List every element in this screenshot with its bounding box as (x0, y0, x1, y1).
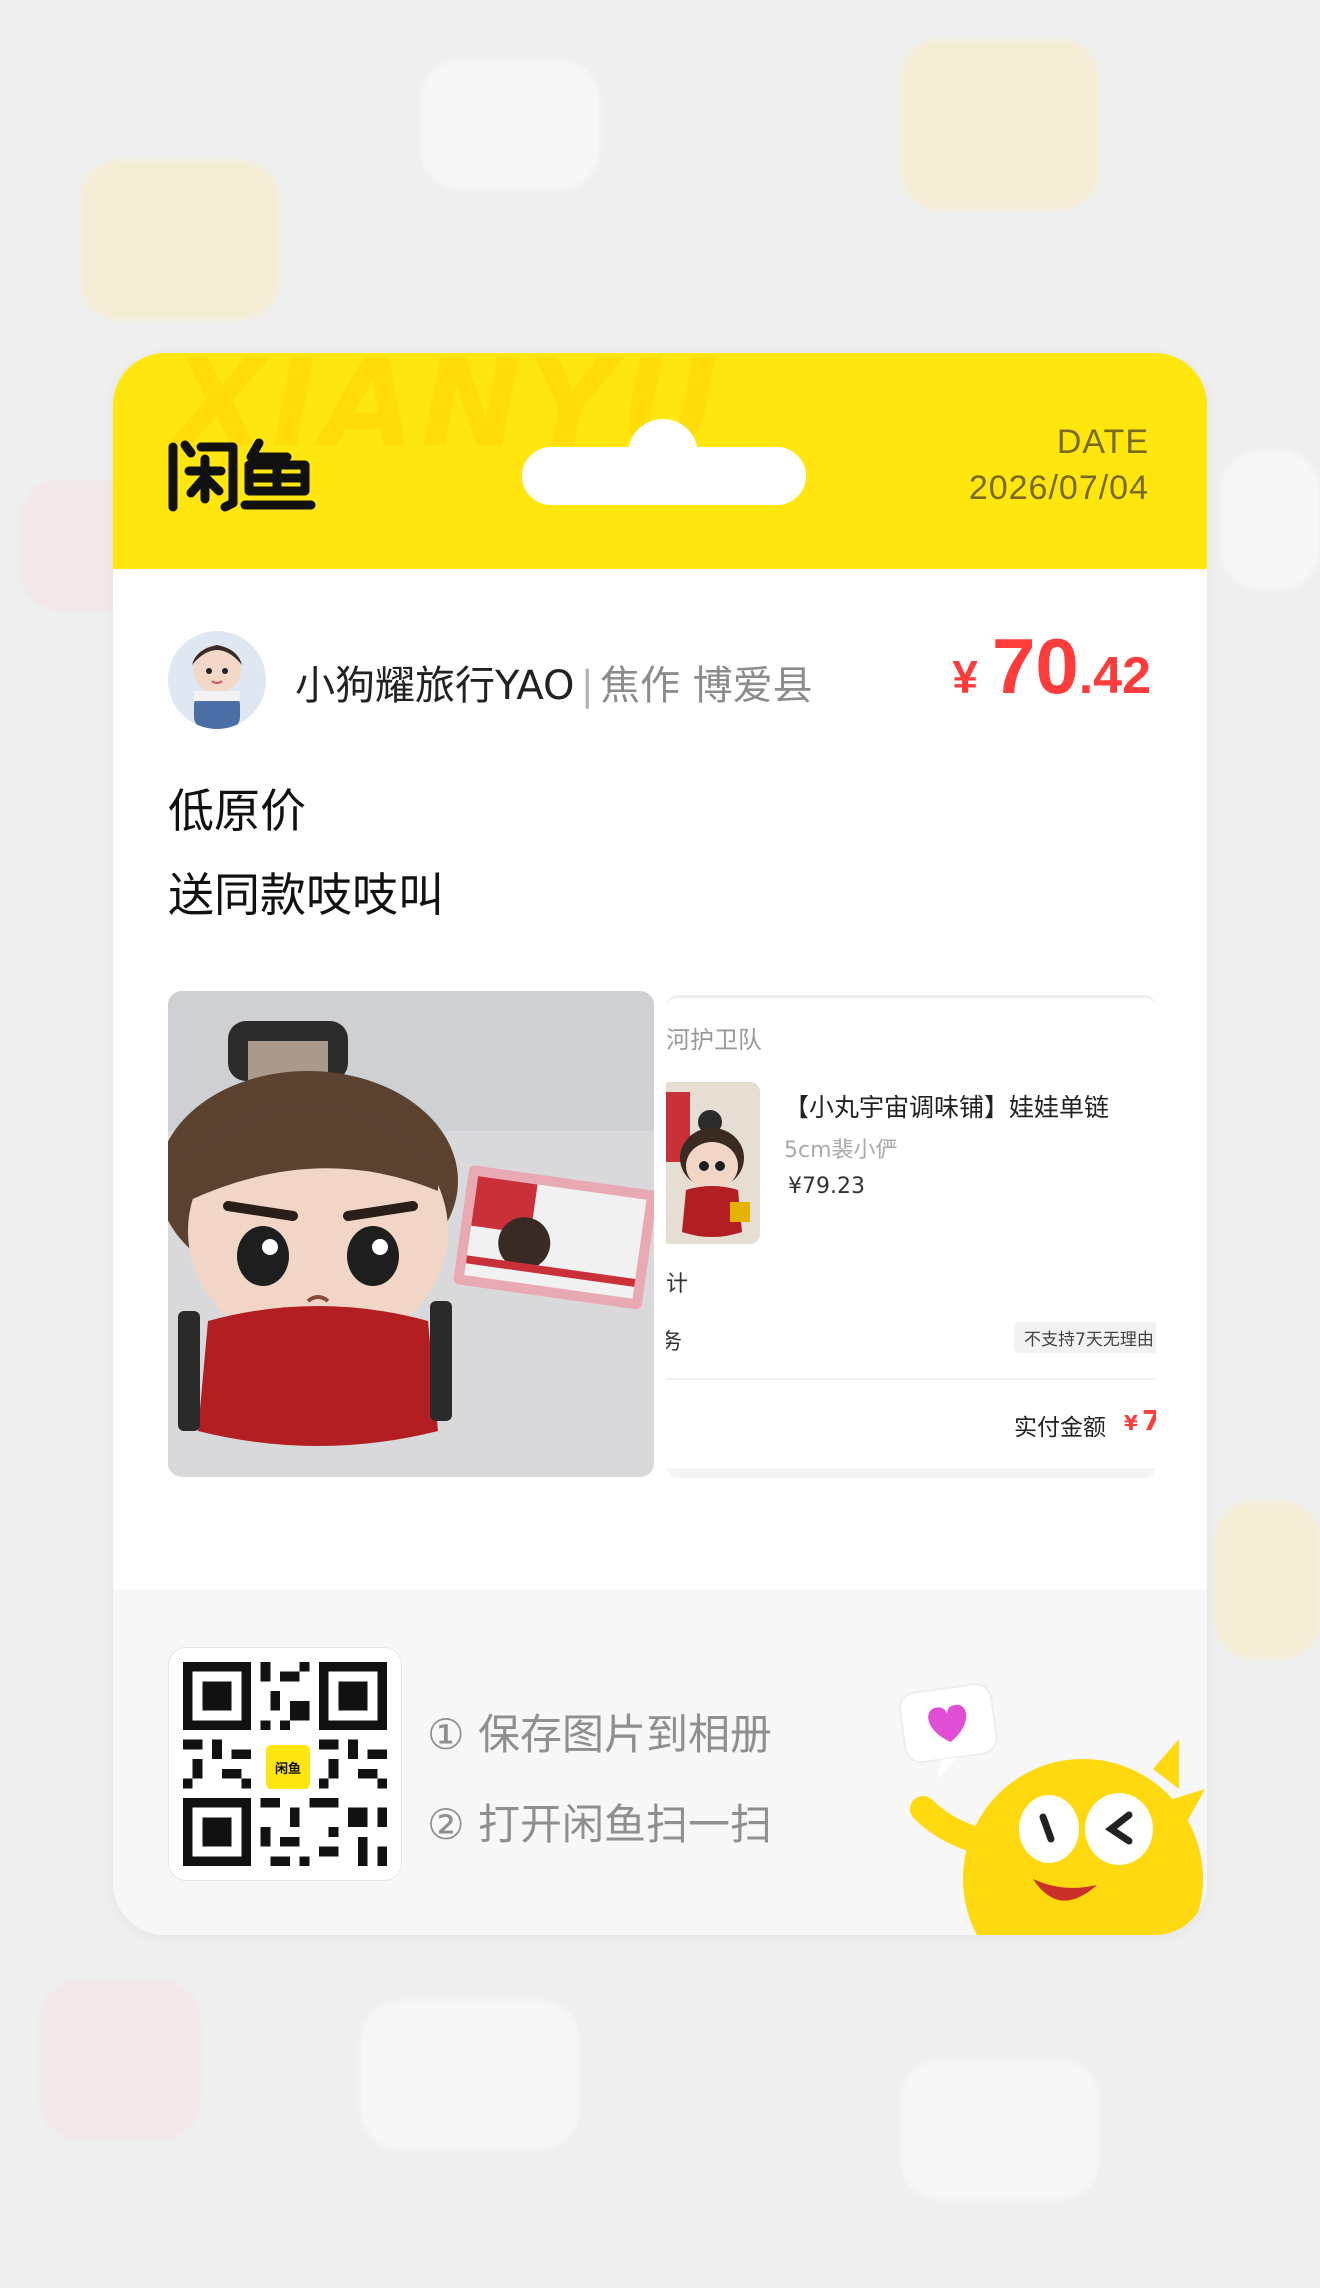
seller-avatar[interactable] (168, 631, 266, 729)
divider (666, 1378, 1156, 1380)
card-footer: 闲鱼 ① 保存图片到相册 ② 打开闲鱼扫一扫 (113, 1589, 1207, 1935)
order-item-price: ¥79.23 (788, 1174, 865, 1199)
share-card: XIANYU DATE 2026/07/04 小狗耀旅行YAO | 焦作 博爱县… (113, 353, 1207, 1935)
instruction-step: ① 保存图片到相册 (427, 1710, 773, 1759)
background-decoration (900, 40, 1100, 210)
description-line: 低原价 (168, 784, 306, 838)
background-decoration (900, 2060, 1100, 2200)
background-decoration (80, 160, 280, 320)
item-photo[interactable] (168, 991, 654, 1477)
order-service-label: 务 (666, 1324, 682, 1356)
divider (666, 1468, 1156, 1478)
order-total-label: 计 (666, 1272, 689, 1297)
seller-name[interactable]: 小狗耀旅行YAO (295, 663, 574, 709)
card-slot (522, 447, 806, 505)
order-item-thumbnail (666, 1082, 760, 1244)
description-line: 送同款吱吱叫 (168, 868, 444, 922)
background-decoration (1215, 1500, 1320, 1660)
order-screenshot[interactable]: 河护卫队 【小丸宇宙调味铺】娃娃单链 5cm裴小俨 ¥79.23 计 务 不支持… (666, 995, 1156, 1478)
paid-amount-label: 实付金额 (1014, 1415, 1106, 1441)
paid-amount-symbol: ¥ (1124, 1411, 1138, 1435)
xianyu-mascot-illustration (883, 1679, 1207, 1935)
qr-code[interactable]: 闲鱼 (168, 1647, 402, 1881)
card-header: XIANYU DATE 2026/07/04 (113, 353, 1207, 569)
price-decimal: .42 (1078, 647, 1151, 705)
date-value: 2026/07/04 (968, 469, 1149, 507)
instruction-step: ② 打开闲鱼扫一扫 (427, 1800, 773, 1849)
service-badge: 不支持7天无理由 (1014, 1322, 1156, 1353)
paid-amount: ¥79 (1124, 1404, 1156, 1437)
order-item-title: 【小丸宇宙调味铺】娃娃单链 (784, 1093, 1110, 1122)
xianyu-logo (167, 437, 317, 513)
price-integer: 70 (991, 622, 1079, 710)
seller-info: 小狗耀旅行YAO | 焦作 博爱县 (295, 653, 813, 711)
item-price: ¥70.42 (952, 621, 1151, 712)
background-decoration (420, 60, 600, 190)
qr-logo-text: 闲鱼 (274, 1761, 301, 1777)
price-symbol: ¥ (952, 651, 978, 703)
order-item-subtitle: 5cm裴小俨 (784, 1138, 898, 1163)
date-label: DATE (1056, 423, 1149, 461)
seller-separator: | (580, 663, 594, 709)
shop-name: 河护卫队 (666, 1026, 762, 1054)
background-decoration (360, 2000, 580, 2150)
qr-xianyu-logo: 闲鱼 (263, 1742, 313, 1792)
background-decoration (1220, 450, 1320, 590)
seller-tags: 焦作 博爱县 (599, 663, 813, 709)
paid-amount-value: 79 (1142, 1404, 1156, 1437)
background-decoration (40, 1980, 200, 2140)
